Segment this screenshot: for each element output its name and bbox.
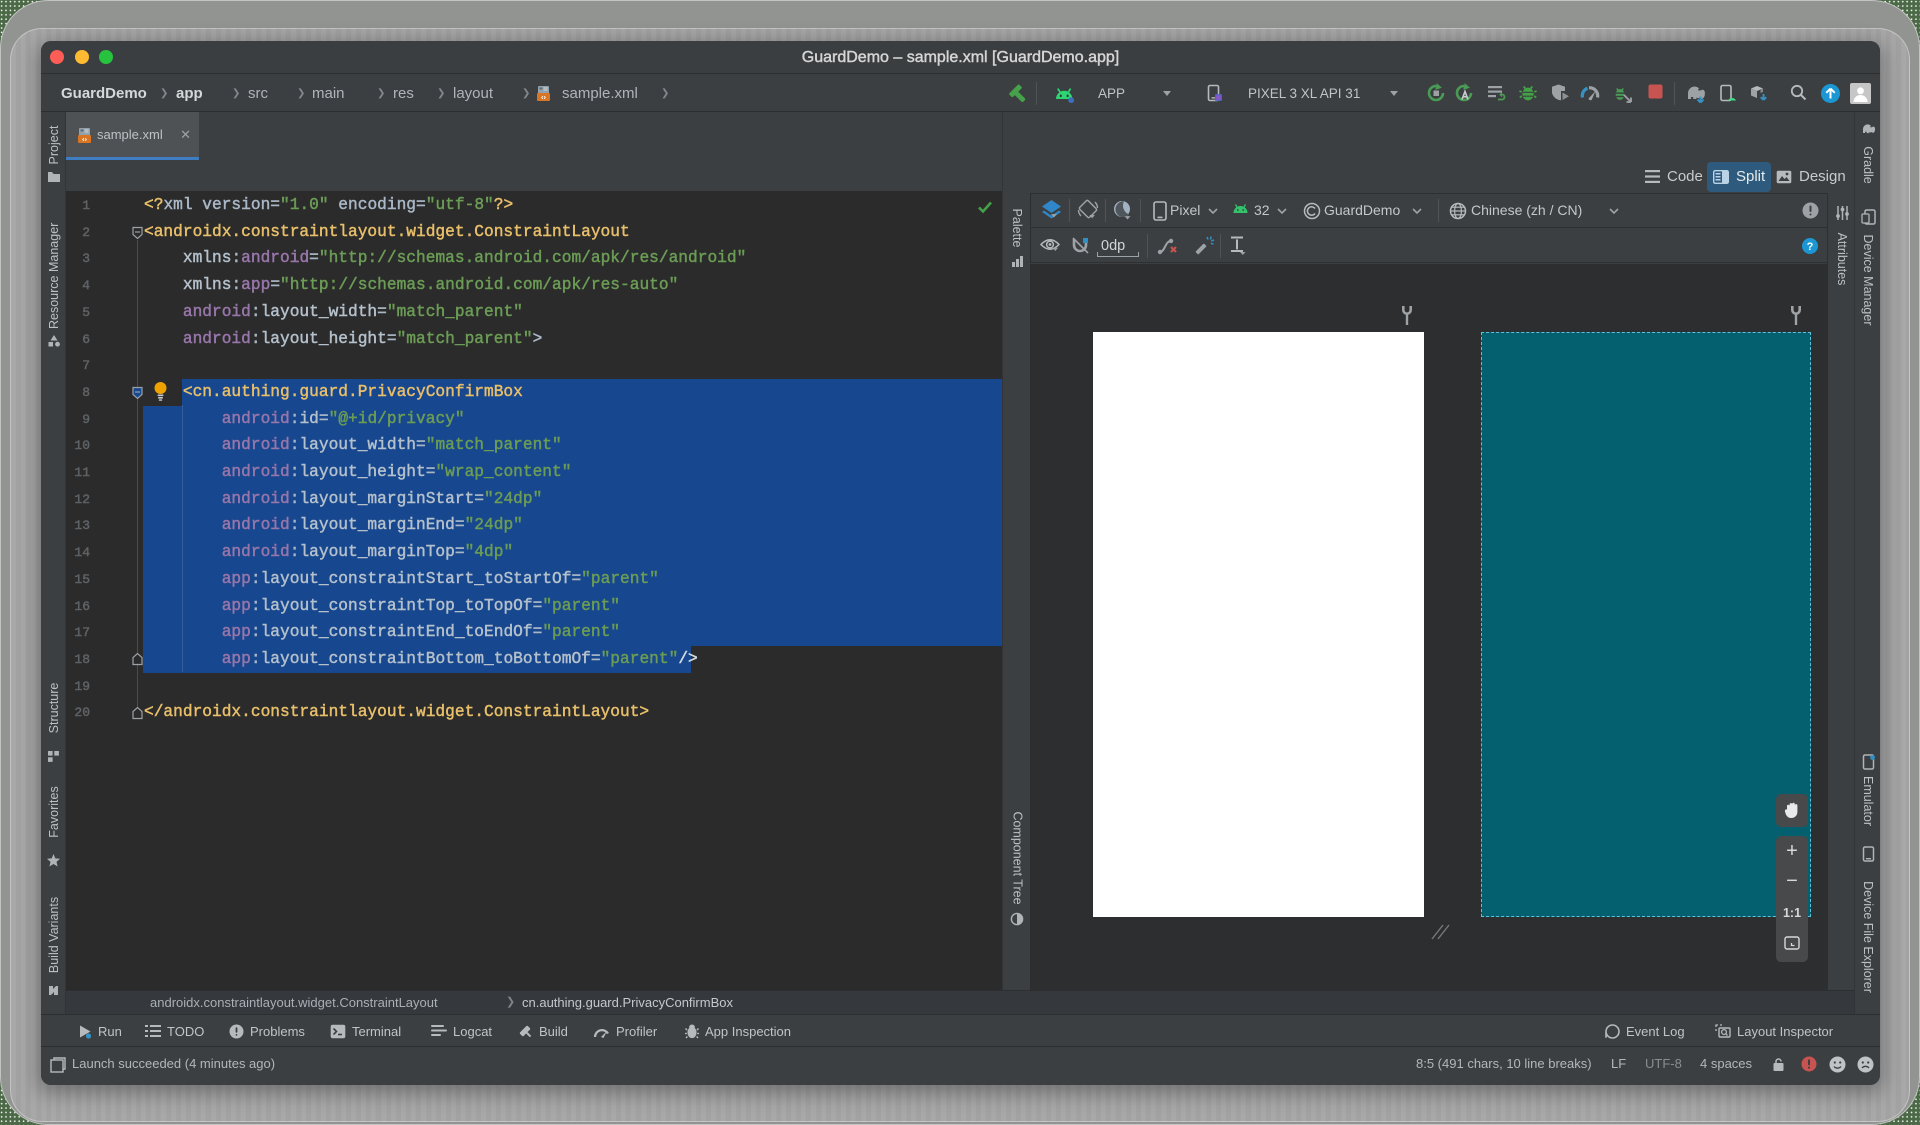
svg-text:‹›: ‹› <box>541 93 546 102</box>
svg-text:‹›: ‹› <box>82 135 87 144</box>
svg-text:?: ? <box>1807 241 1814 253</box>
